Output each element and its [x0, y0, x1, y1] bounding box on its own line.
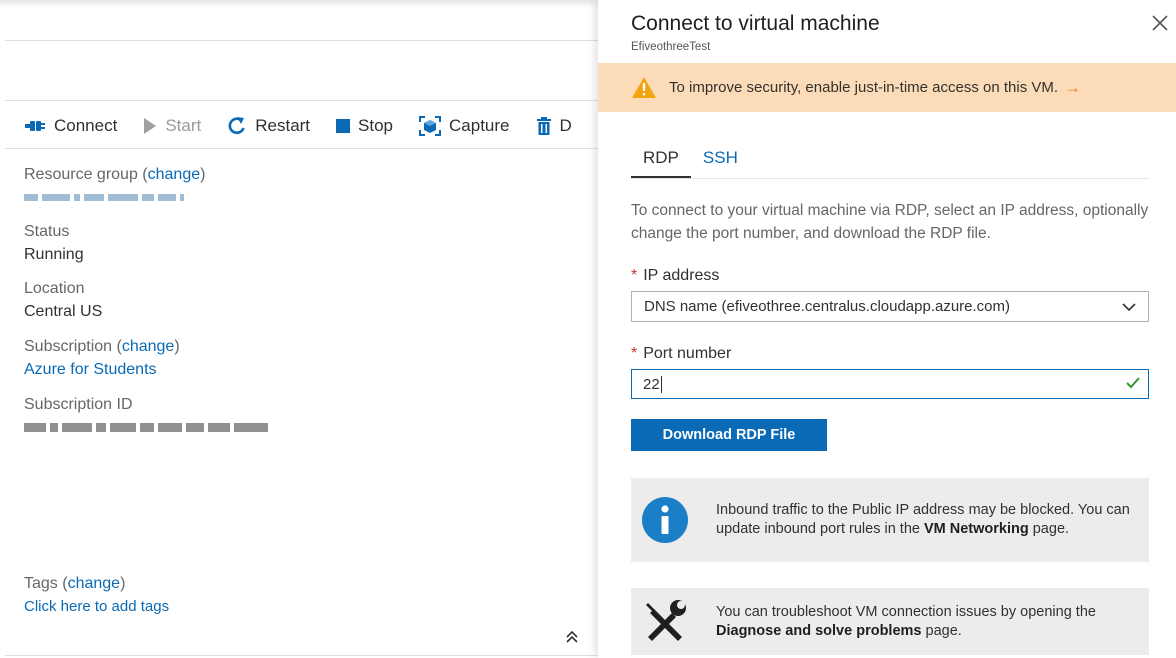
troubleshoot-text: You can troubleshoot VM connection issue… [716, 603, 1096, 639]
add-tags-link[interactable]: Click here to add tags [24, 595, 584, 618]
delete-button[interactable]: D [536, 116, 572, 136]
resource-group-label: Resource group (change) [24, 166, 206, 183]
divider [5, 40, 598, 41]
subscription-id-value-redacted [24, 416, 584, 439]
delete-label: D [559, 116, 572, 135]
tools-icon [631, 588, 698, 655]
divider [5, 655, 598, 656]
restart-button[interactable]: Restart [227, 116, 310, 136]
stop-button[interactable]: Stop [336, 116, 393, 136]
divider [5, 100, 598, 101]
panel-title: Connect to virtual machine [631, 12, 880, 35]
download-rdp-button[interactable]: Download RDP File [631, 419, 827, 451]
jit-warning-banner[interactable]: To improve security, enable just-in-time… [598, 63, 1176, 112]
checkmark-icon [1126, 376, 1140, 394]
trash-icon [536, 117, 552, 135]
start-button[interactable]: Start [143, 116, 201, 136]
subscription-section: Subscription (change) Azure for Students [24, 335, 584, 381]
subscription-value-link[interactable]: Azure for Students [24, 358, 584, 381]
required-mark: * [631, 267, 638, 284]
tab-ssh[interactable]: SSH [691, 144, 750, 178]
tags-label: Tags (change) [24, 575, 126, 592]
tags-change-link[interactable]: change [68, 575, 121, 592]
required-mark: * [631, 345, 638, 362]
tabs-underline [631, 178, 1149, 179]
top-shadow [0, 0, 598, 8]
subscription-label: Subscription (change) [24, 338, 180, 355]
stop-icon [336, 119, 351, 133]
info-text: Inbound traffic to the Public IP address… [716, 502, 1130, 537]
ip-address-dropdown[interactable]: DNS name (efiveothree.centralus.cloudapp… [631, 291, 1149, 322]
location-value: Central US [24, 303, 103, 320]
capture-icon [419, 116, 442, 136]
ip-address-value: DNS name (efiveothree.centralus.cloudapp… [644, 298, 1011, 315]
diagnose-link[interactable]: Diagnose and solve problems [716, 623, 921, 639]
capture-label: Capture [449, 116, 510, 135]
tab-rdp[interactable]: RDP [631, 144, 691, 178]
capture-button[interactable]: Capture [419, 116, 510, 136]
connection-tabs: RDP SSH [631, 144, 750, 178]
location-label: Location [24, 280, 85, 297]
ip-address-label: * IP address [631, 267, 720, 284]
vm-networking-link[interactable]: VM Networking [924, 521, 1029, 537]
command-bar: Connect Start Restart Stop Capture D [24, 112, 598, 140]
connect-label: Connect [54, 116, 118, 135]
plug-icon [24, 119, 46, 133]
start-label: Start [165, 116, 202, 135]
stop-label: Stop [358, 116, 394, 135]
connect-vm-panel: Connect to virtual machine EfiveothreeTe… [598, 0, 1176, 658]
inbound-traffic-info: Inbound traffic to the Public IP address… [631, 478, 1149, 562]
panel-subtitle: EfiveothreeTest [631, 41, 711, 53]
vm-overview-blade: Connect Start Restart Stop Capture D Res… [0, 0, 598, 658]
subscription-id-label: Subscription ID [24, 396, 133, 413]
resource-group-section: Resource group (change) [24, 163, 584, 209]
port-number-value: 22 [643, 375, 660, 393]
status-section: Status Running [24, 220, 584, 266]
text-cursor [660, 375, 662, 393]
collapse-essentials-icon[interactable] [566, 630, 578, 648]
location-section: Location Central US [24, 277, 584, 323]
subscription-id-section: Subscription ID [24, 393, 584, 439]
port-number-label: * Port number [631, 345, 732, 362]
restart-label: Restart [255, 116, 311, 135]
restart-icon [227, 116, 247, 136]
port-number-input[interactable]: 22 [631, 369, 1149, 399]
close-icon[interactable] [1151, 14, 1171, 34]
divider [5, 148, 598, 149]
arrow-right-icon[interactable]: → [1064, 78, 1081, 98]
warning-icon [631, 76, 657, 99]
status-label: Status [24, 223, 70, 240]
play-icon [143, 117, 157, 135]
rdp-description: To connect to your virtual machine via R… [631, 202, 1149, 242]
tags-section: Tags (change) Click here to add tags [24, 572, 584, 618]
connect-button[interactable]: Connect [24, 116, 117, 136]
warning-text: To improve security, enable just-in-time… [669, 79, 1059, 96]
subscription-change-link[interactable]: change [122, 338, 175, 355]
info-icon [631, 478, 698, 562]
resource-group-value-redacted[interactable] [24, 186, 584, 209]
resource-group-change-link[interactable]: change [148, 166, 201, 183]
status-value: Running [24, 246, 84, 263]
troubleshoot-info: You can troubleshoot VM connection issue… [631, 588, 1149, 655]
chevron-down-icon [1122, 300, 1136, 314]
